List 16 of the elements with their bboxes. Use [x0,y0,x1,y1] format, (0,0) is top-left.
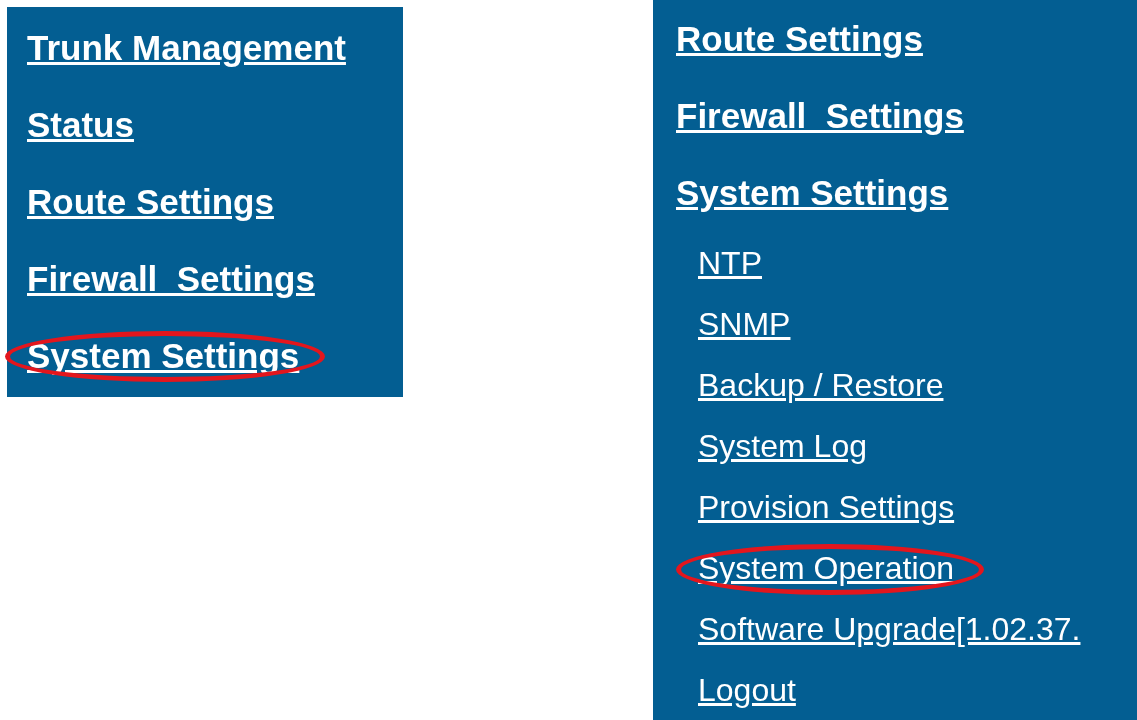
menu-link[interactable]: Trunk Management [27,9,346,86]
menu-link[interactable]: NTP [698,233,762,294]
menu-link[interactable]: System Settings [27,317,300,394]
menu-link[interactable]: System Operation [698,538,955,599]
menu-link[interactable]: System Log [698,416,867,477]
menu-link[interactable]: Status [27,86,134,163]
menu-link[interactable]: Firewall Settings [27,240,315,317]
menu-link[interactable]: Route Settings [27,163,274,240]
menu-link[interactable]: Logout [698,660,796,720]
menu-link[interactable]: SNMP [698,294,791,355]
menu-link[interactable]: System Settings [676,154,949,231]
menu-link[interactable]: Backup / Restore [698,355,944,416]
menu-link[interactable]: Route Settings [676,0,923,77]
menu-link[interactable]: Firewall Settings [676,77,964,154]
menu-link[interactable]: Provision Settings [698,477,955,538]
menu-link[interactable]: Software Upgrade[1.02.37. [698,599,1081,660]
